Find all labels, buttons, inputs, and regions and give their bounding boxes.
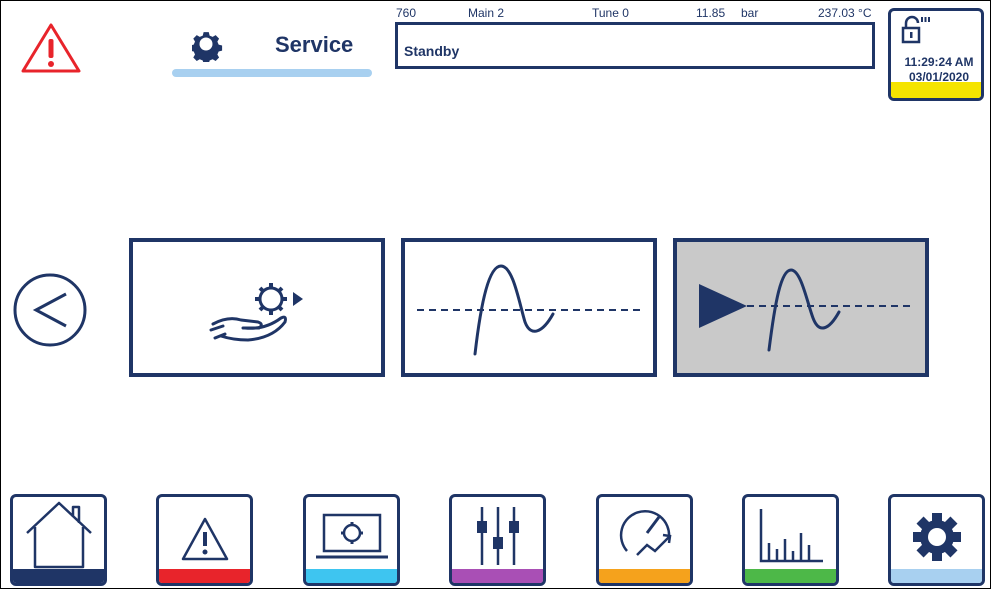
nav-color-strip [159,569,250,583]
clock-time: 11:29:24 AM [904,55,974,69]
run-tune-tile[interactable] [673,238,929,377]
hand-gear-play-icon [209,283,303,342]
unlocked-lock-icon [901,15,930,44]
nav-alarms-button[interactable] [156,494,253,586]
clock-status-strip [891,82,981,98]
arrow-left-icon [13,273,87,347]
status-tune: Tune 0 [592,6,629,20]
service-tab[interactable]: Service [172,22,377,77]
play-curve-icon [699,268,915,352]
nav-charts-button[interactable] [742,494,839,586]
nav-settings-button[interactable] [449,494,546,586]
nav-color-strip [599,569,690,583]
service-hand-gear-tile[interactable] [129,238,385,377]
tune-curve-tile[interactable] [401,238,657,377]
back-button[interactable] [12,272,88,348]
temperature-value: 237.03 °C [818,6,872,20]
clock-lock-panel[interactable]: 11:29:24 AM 03/01/2020 [888,8,984,101]
nav-color-strip [745,569,836,583]
nav-performance-button[interactable] [596,494,693,586]
alarm-warning-icon[interactable] [20,22,82,74]
status-main: Main 2 [468,6,505,20]
step-response-curve-icon [417,264,643,356]
sliders-icon [477,507,519,565]
nav-color-strip [306,569,397,583]
bar-chart-icon [759,509,823,563]
page-title: Service [275,32,354,57]
gear-icon [913,513,961,561]
active-tab-underline [172,69,372,77]
pressure-value: 11.85 [696,6,726,20]
status-message-box: Standby [395,22,875,69]
warning-icon [181,517,229,561]
nav-home-button[interactable] [10,494,107,586]
status-code: 760 [396,6,417,20]
nav-color-strip [452,569,543,583]
pressure-unit: bar [741,6,759,20]
status-message: Standby [404,43,460,59]
laptop-gear-icon [316,513,388,559]
nav-color-strip [13,569,104,583]
nav-service-button[interactable] [888,494,985,586]
home-icon [26,501,92,569]
gear-icon [192,32,223,62]
gauge-trend-icon [619,509,672,556]
nav-color-strip [891,569,982,583]
nav-monitor-button[interactable] [303,494,400,586]
process-readout: 760 Main 2 Tune 0 11.85 bar 237.03 °C [396,6,882,20]
